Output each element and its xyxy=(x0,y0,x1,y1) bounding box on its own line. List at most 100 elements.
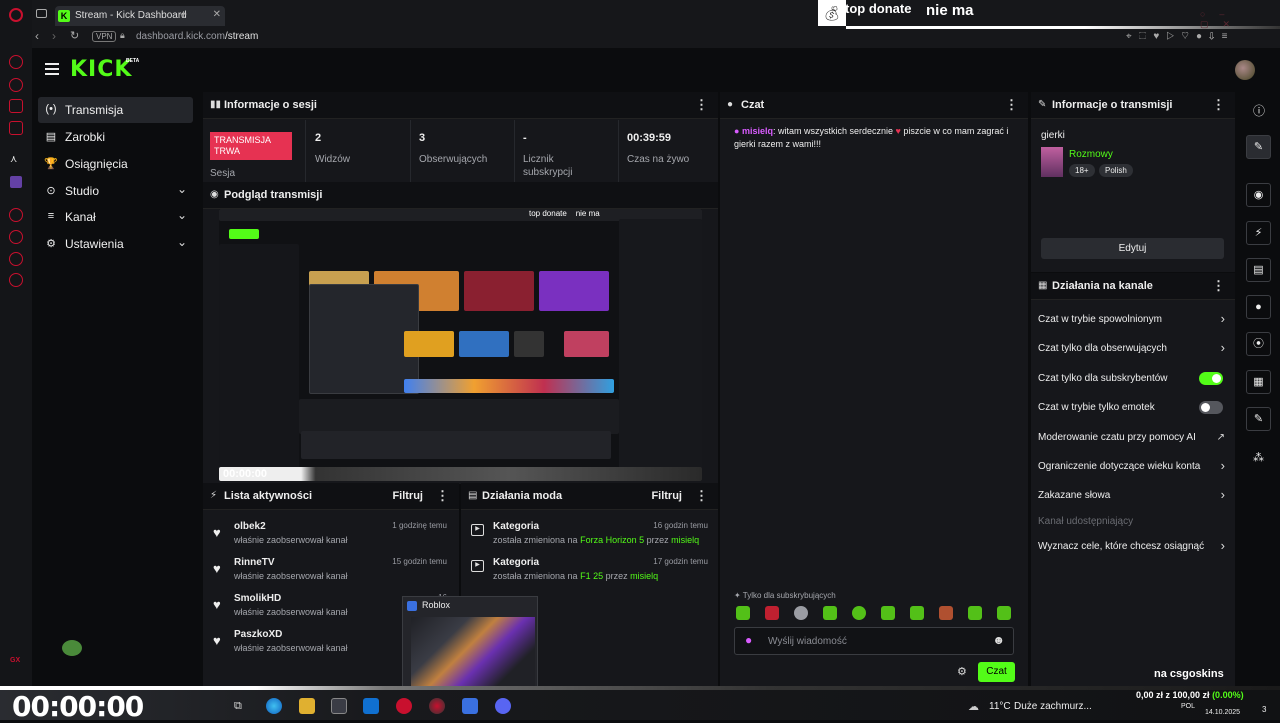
activity-user[interactable]: olbek2 xyxy=(234,521,266,532)
nav-item-zarobki[interactable]: ▤ Zarobki xyxy=(38,124,193,150)
category-thumbnail[interactable] xyxy=(1041,147,1063,177)
stream-preview-video[interactable]: 00:00:00 top donate nie ma xyxy=(219,209,702,481)
nav-item-osiagniecia[interactable]: 🏆 Osiągnięcia xyxy=(38,151,193,177)
sidebar-history-icon[interactable] xyxy=(9,230,23,244)
roblox-taskbar-icon[interactable] xyxy=(462,698,478,714)
window-controls[interactable]: ○–▢✕ xyxy=(1200,9,1280,30)
kick-logo[interactable]: KICK xyxy=(70,57,132,82)
sidebar-app-icon[interactable] xyxy=(9,252,23,266)
subs-only-toggle[interactable] xyxy=(1199,372,1223,385)
session-rail-icon[interactable]: ◉ xyxy=(1246,183,1271,207)
reload-icon[interactable]: ↻ xyxy=(70,29,79,42)
emote-only-toggle[interactable] xyxy=(1199,401,1223,414)
channel-action-emote-only[interactable]: Czat w trybie tylko emotek xyxy=(1031,394,1231,424)
channel-action-subs-only[interactable]: Czat tylko dla subskrybentów xyxy=(1031,365,1231,395)
emote-icon[interactable] xyxy=(881,606,895,620)
opera-logo-icon[interactable] xyxy=(9,8,23,22)
sidebar-settings-icon[interactable] xyxy=(9,273,23,287)
broadcast-rail-icon[interactable]: ⦿ xyxy=(1246,332,1271,356)
browser-toolbar-icons[interactable]: ⌖⬚♥▷♡●⇩≡ xyxy=(1126,31,1235,42)
kick-sidebar-icon[interactable]: ⋏ xyxy=(10,154,17,165)
emoji-icon[interactable]: ☻ xyxy=(992,633,1005,647)
activity-user[interactable]: PaszkoXD xyxy=(234,629,282,640)
chat-username[interactable]: misielq xyxy=(742,126,773,136)
sidebar-app-icon[interactable] xyxy=(9,99,23,113)
wrench-rail-icon[interactable]: ✎ xyxy=(1246,407,1271,431)
more-options-icon[interactable]: ⋮ xyxy=(1212,97,1225,113)
channel-action-account-age[interactable]: Ograniczenie dotyczące wieku konta › xyxy=(1031,453,1231,483)
more-options-icon[interactable]: ⋮ xyxy=(1212,278,1225,294)
emote-icon[interactable] xyxy=(910,606,924,620)
activity-user[interactable]: RinneTV xyxy=(234,557,275,568)
url-field[interactable]: dashboard.kick.com/stream xyxy=(136,31,258,42)
channel-action-slow-mode[interactable]: Czat w trybie spowolnionym › xyxy=(1031,306,1231,336)
sidebar-app-icon[interactable] xyxy=(9,208,23,222)
twitch-sidebar-icon[interactable] xyxy=(10,176,22,188)
chat-input[interactable]: ● Wyślij wiadomość ☻ xyxy=(734,627,1014,655)
sidebar-app-icon[interactable] xyxy=(9,55,23,69)
weather-temp[interactable]: 11°C xyxy=(989,701,1011,712)
edit-button[interactable]: Edytuj xyxy=(1041,238,1224,259)
nav-item-ustawienia[interactable]: ⚙ Ustawienia ⌄ xyxy=(38,231,193,257)
chat-settings-icon[interactable]: ⚙ xyxy=(957,665,967,678)
edge-icon[interactable] xyxy=(266,698,282,714)
emote-icon[interactable] xyxy=(736,606,750,620)
edit-rail-icon[interactable]: ✎ xyxy=(1246,135,1271,159)
discord-icon[interactable] xyxy=(495,698,511,714)
tag-language[interactable]: Polish xyxy=(1099,164,1133,177)
forward-icon[interactable]: › xyxy=(52,29,56,43)
more-options-icon[interactable]: ⋮ xyxy=(695,97,708,113)
file-explorer-icon[interactable] xyxy=(299,698,315,714)
taskbar-thumbnail-popup[interactable]: Roblox xyxy=(402,596,538,690)
category-link[interactable]: Rozmowy xyxy=(1069,149,1113,160)
mod-desc-game[interactable]: Forza Horizon 5 xyxy=(580,535,644,545)
vpn-badge[interactable]: VPN xyxy=(92,31,117,42)
tag-age[interactable]: 18+ xyxy=(1069,164,1095,177)
obs-icon[interactable] xyxy=(429,698,445,714)
channel-action-followers-only[interactable]: Czat tylko dla obserwujących › xyxy=(1031,335,1231,365)
task-view-icon[interactable]: ⧉ xyxy=(234,700,242,713)
filter-button[interactable]: Filtruj xyxy=(392,490,423,502)
mod-desc-game[interactable]: F1 25 xyxy=(580,571,603,581)
notification-count[interactable]: 3 xyxy=(1262,705,1266,714)
menu-icon[interactable] xyxy=(45,63,59,75)
emote-icon[interactable] xyxy=(939,606,953,620)
emote-icon[interactable] xyxy=(794,606,808,620)
mod-desc-user[interactable]: misielq xyxy=(671,535,699,545)
info-icon[interactable]: ⓘ xyxy=(1253,102,1265,119)
lightning-rail-icon[interactable]: ⚡︎ xyxy=(1246,221,1271,245)
weather-desc[interactable]: Duże zachmurz... xyxy=(1014,701,1092,712)
filter-button[interactable]: Filtruj xyxy=(651,490,682,502)
emote-icon[interactable] xyxy=(765,606,779,620)
emote-icon[interactable] xyxy=(968,606,982,620)
tab-kick-dashboard[interactable]: K Stream - Kick Dashboard ✕ xyxy=(55,6,225,26)
nav-item-studio[interactable]: ⊙ Studio ⌄ xyxy=(38,178,193,204)
channel-action-goals[interactable]: Wyznacz cele, które chcesz osiągnąć › xyxy=(1031,533,1231,563)
channel-rail-icon[interactable]: ▦ xyxy=(1246,370,1271,394)
back-icon[interactable]: ‹ xyxy=(35,29,39,43)
user-avatar[interactable] xyxy=(1235,60,1255,80)
opera-gx-icon[interactable] xyxy=(396,698,412,714)
close-tab-icon[interactable]: ✕ xyxy=(213,9,221,20)
channel-action-ai-moderation[interactable]: Moderowanie czatu przy pomocy AI ↗ xyxy=(1031,424,1231,454)
list-rail-icon[interactable]: ▤ xyxy=(1246,258,1271,282)
new-tab-icon[interactable]: + xyxy=(180,7,187,21)
language-indicator[interactable]: POL xyxy=(1181,703,1195,710)
gx-icon[interactable]: GX xyxy=(10,657,20,664)
widgets-icon[interactable]: ⁂ xyxy=(1253,451,1264,464)
chat-send-button[interactable]: Czat xyxy=(978,662,1015,682)
activity-user[interactable]: SmolikHD xyxy=(234,593,281,604)
sidebar-app-icon[interactable] xyxy=(9,121,23,135)
mod-desc-user[interactable]: misielq xyxy=(630,571,658,581)
more-options-icon[interactable]: ⋮ xyxy=(1005,97,1018,113)
more-options-icon[interactable]: ⋮ xyxy=(436,488,449,504)
nav-item-kanal[interactable]: ≡ Kanał ⌄ xyxy=(38,204,193,230)
taskbar-date[interactable]: 14.10.2025 xyxy=(1205,709,1240,716)
nav-item-transmisja[interactable]: (•) Transmisja xyxy=(38,97,193,123)
sidebar-app-icon[interactable] xyxy=(9,78,23,92)
chat-rail-icon[interactable]: ● xyxy=(1246,295,1271,319)
store-icon[interactable] xyxy=(331,698,347,714)
emote-icon[interactable] xyxy=(852,606,866,620)
emote-icon[interactable] xyxy=(823,606,837,620)
emote-icon[interactable] xyxy=(997,606,1011,620)
